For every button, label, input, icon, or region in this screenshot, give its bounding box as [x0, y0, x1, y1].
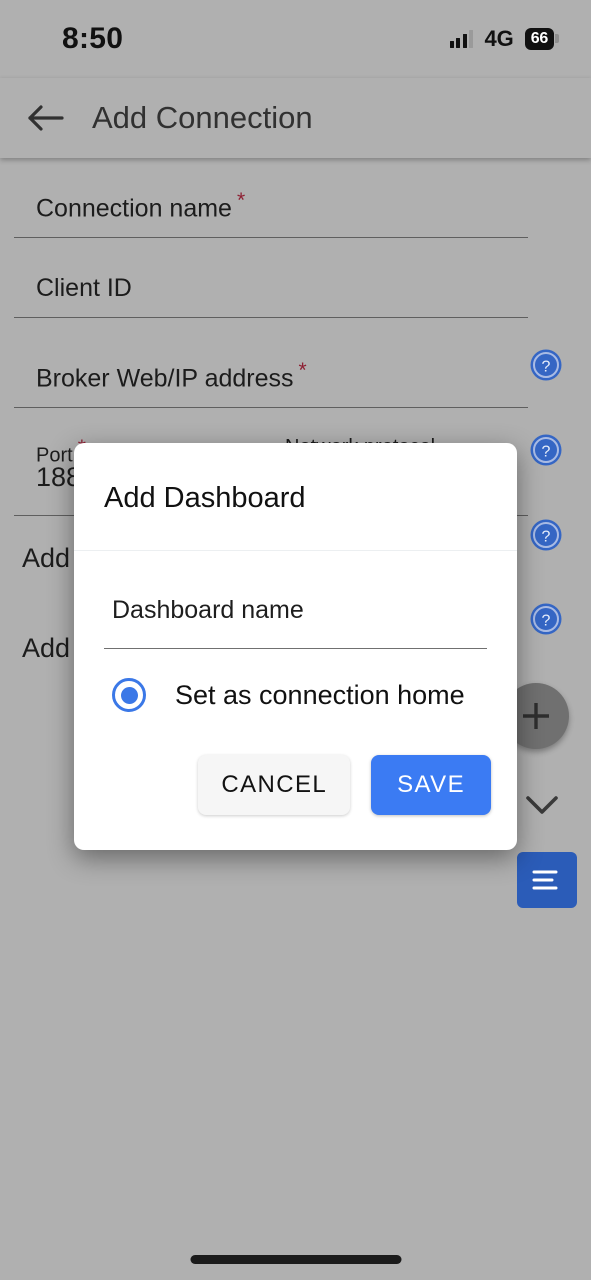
dashboard-name-placeholder: Dashboard name [112, 596, 304, 624]
set-as-connection-home-label: Set as connection home [175, 679, 465, 710]
radio-dot [120, 686, 138, 704]
dialog-actions: CANCEL SAVE [74, 712, 517, 850]
cancel-button[interactable]: CANCEL [198, 755, 351, 815]
dialog-title: Add Dashboard [74, 443, 517, 551]
radio-button-selected[interactable] [112, 678, 146, 712]
save-button[interactable]: SAVE [371, 755, 491, 815]
dashboard-name-input[interactable]: Dashboard name [104, 551, 487, 649]
add-dashboard-dialog: Add Dashboard Dashboard name Set as conn… [74, 443, 517, 850]
phone-screen: 8:50 4G 66 Add Connection Connection nam… [0, 0, 591, 1280]
set-as-connection-home-row[interactable]: Set as connection home [104, 649, 487, 712]
dialog-body: Dashboard name Set as connection home [74, 551, 517, 712]
